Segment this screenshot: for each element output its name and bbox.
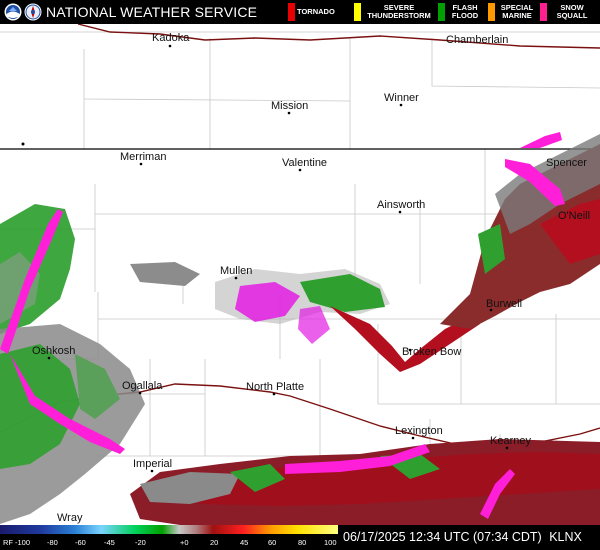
legend-label: SEVERE THUNDERSTORM — [367, 3, 431, 20]
city-label-lexington: Lexington — [395, 425, 443, 437]
legend-swatch — [540, 3, 547, 21]
city-label-oneill: O'Neill — [558, 210, 590, 222]
city-label-merriman: Merriman — [120, 151, 166, 163]
legend-snow-squall: SNOW SQUALL — [540, 0, 598, 24]
city-marker — [168, 44, 172, 48]
colorbar-tick-label: -100 — [15, 538, 30, 547]
city-marker — [234, 276, 238, 280]
header-bar: NATIONAL WEATHER SERVICE TORNADO SEVERE … — [0, 0, 600, 24]
city-label-spencer: Spencer — [546, 157, 587, 169]
city-label-burwell: Burwell — [486, 298, 522, 310]
city-marker — [138, 391, 142, 395]
city-marker — [411, 436, 415, 440]
city-marker — [489, 308, 493, 312]
colorbar-tick-label: 100 — [324, 538, 337, 547]
city-label-ogallala: Ogallala — [122, 380, 163, 392]
city-label-kearney: Kearney — [490, 435, 531, 447]
station-id: KLNX — [549, 530, 582, 544]
city-marker — [287, 111, 291, 115]
city-label-mission: Mission — [271, 100, 308, 112]
city-label-wray: Wray — [57, 512, 83, 524]
colorbar-tick-label: 60 — [268, 538, 276, 547]
legend-flash-flood: FLASH FLOOD — [438, 0, 486, 24]
legend-special-marine: SPECIAL MARINE — [488, 0, 538, 24]
city-marker — [408, 348, 412, 352]
legend-label: TORNADO — [297, 7, 335, 16]
colorbar-tick-label: 20 — [210, 538, 218, 547]
timestamp-readout: 06/17/2025 12:34 UTC (07:34 CDT) KLNX — [343, 525, 582, 550]
city-marker — [47, 356, 51, 360]
city-marker — [150, 469, 154, 473]
legend-tornado: TORNADO — [288, 0, 354, 24]
city-marker — [505, 446, 509, 450]
colorbar-tick-label: -60 — [75, 538, 86, 547]
city-label-chamberlain: Chamberlain — [446, 34, 508, 46]
legend-swatch — [438, 3, 445, 21]
radar-reflectivity — [0, 132, 600, 525]
legend-label: SNOW SQUALL — [556, 3, 588, 20]
colorbar-tick-label: 80 — [298, 538, 306, 547]
city-label-broken-bow: Broken Bow — [402, 346, 461, 358]
legend-swatch — [488, 3, 495, 21]
nws-logo-icon — [24, 3, 42, 21]
legend-swatch — [288, 3, 295, 21]
city-label-north-platte: North Platte — [246, 381, 304, 393]
city-marker — [398, 210, 402, 214]
colorbar-tick-label: -20 — [135, 538, 146, 547]
timestamp-text: 06/17/2025 12:34 UTC (07:34 CDT) — [343, 530, 542, 544]
city-label-oshkosh: Oshkosh — [32, 345, 75, 357]
city-label-ainsworth: Ainsworth — [377, 199, 425, 211]
city-label-imperial: Imperial — [133, 458, 172, 470]
colorbar-tick-label: -80 — [47, 538, 58, 547]
noaa-logo-icon — [4, 3, 22, 21]
city-label-valentine: Valentine — [282, 157, 327, 169]
colorbar-tick-label: 45 — [240, 538, 248, 547]
legend-swatch — [354, 3, 361, 21]
city-marker — [272, 392, 276, 396]
city-label-mullen: Mullen — [220, 265, 252, 277]
colorbar-tick-label: +0 — [180, 538, 189, 547]
city-label-winner: Winner — [384, 92, 419, 104]
legend-severe-thunderstorm: SEVERE THUNDERSTORM — [354, 0, 436, 24]
footer-bar: RF -100 -80 -60 -45 -20 +0 20 45 60 80 1… — [0, 525, 600, 550]
city-marker — [399, 103, 403, 107]
radar-map[interactable]: Kadoka Chamberlain Mission Winner Merrim… — [0, 24, 600, 525]
legend-label: FLASH FLOOD — [451, 3, 479, 20]
city-label-kadoka: Kadoka — [152, 32, 190, 44]
legend-label: SPECIAL MARINE — [500, 3, 534, 20]
colorbar-tick-label: -45 — [104, 538, 115, 547]
color-scale-bar: RF -100 -80 -60 -45 -20 +0 20 45 60 80 1… — [0, 525, 338, 547]
city-marker — [298, 168, 302, 172]
colorbar-unit-label: RF — [3, 538, 13, 547]
header-title: NATIONAL WEATHER SERVICE — [46, 4, 258, 20]
radar-site-marker — [21, 142, 25, 146]
city-marker — [139, 162, 143, 166]
